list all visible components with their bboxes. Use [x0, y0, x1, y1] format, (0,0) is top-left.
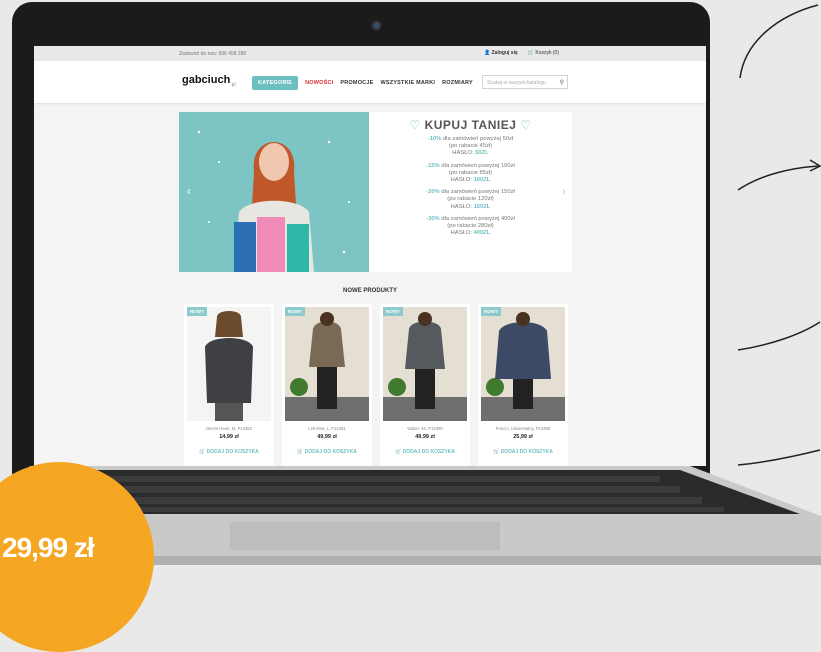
- product-list: NOWY Denim Heart, M, P14362 14,99 zł 🛒 D…: [184, 304, 568, 466]
- promo-title: ♡ KUPUJ TANIEJ ♡: [409, 118, 532, 132]
- main-navbar: gabciuch.pl KATEGORIE NOWOŚCI PROMOCJE W…: [34, 61, 706, 103]
- product-price: 49,99 zł: [317, 434, 337, 440]
- nav-nowosci[interactable]: NOWOŚCI: [305, 80, 333, 86]
- product-card[interactable]: NOWY Walter, 40, P14360 49,99 zł 🛒 DODAJ…: [380, 304, 470, 466]
- add-to-cart-button[interactable]: 🛒 DODAJ DO KOSZYKA: [478, 449, 568, 455]
- offer-4: -30% dla zamówień powyżej 400zł (po raba…: [426, 215, 515, 237]
- nav-rozmiary[interactable]: ROZMIARY: [442, 80, 473, 86]
- login-link[interactable]: 👤 Zaloguj się: [484, 50, 518, 56]
- product-name[interactable]: Denim Heart, M, P14362: [184, 426, 274, 431]
- product-image[interactable]: [285, 307, 369, 421]
- nav-wszystkie-marki[interactable]: WSZYSTKIE MARKI: [380, 80, 435, 86]
- banner-photo: ‹: [179, 112, 369, 272]
- product-card[interactable]: NOWY Lett Kiss, L, P14361 49,99 zł 🛒 DOD…: [282, 304, 372, 466]
- product-price: 25,99 zł: [513, 434, 533, 440]
- price-badge-text: 29,99 zł: [2, 532, 95, 563]
- offer-1: -10% dla zamówień powyżej 50zł (po rabac…: [427, 136, 514, 157]
- new-badge: NOWY: [383, 307, 403, 316]
- product-name[interactable]: Lett Kiss, L, P14361: [282, 426, 372, 431]
- top-bar: Zadzwoń do nas: 696 458 280 👤 Zaloguj si…: [34, 46, 706, 61]
- nav-menu: KATEGORIE NOWOŚCI PROMOCJE WSZYSTKIE MAR…: [252, 76, 473, 90]
- product-name[interactable]: Poncio, Uniwersalny, P14358: [478, 426, 568, 431]
- new-badge: NOWY: [481, 307, 501, 316]
- search-input[interactable]: Szukaj w naszym katalogu ⚲: [482, 75, 568, 89]
- add-to-cart-button[interactable]: 🛒 DODAJ DO KOSZYKA: [282, 449, 372, 455]
- new-products-title: NOWE PRODUKTY: [343, 288, 397, 294]
- account-links: 👤 Zaloguj się 🛒 Koszyk (0): [484, 50, 559, 56]
- product-image[interactable]: [187, 307, 271, 421]
- shopping-woman-illustration: [197, 130, 350, 272]
- chevron-right-icon[interactable]: ›: [562, 184, 566, 198]
- nav-kategorie[interactable]: KATEGORIE: [252, 76, 299, 90]
- product-card[interactable]: NOWY Poncio, Uniwersalny, P14358 25,99 z…: [478, 304, 568, 466]
- search-icon[interactable]: ⚲: [560, 79, 564, 86]
- site-logo[interactable]: gabciuch.pl: [182, 74, 236, 88]
- product-image[interactable]: [383, 307, 467, 421]
- browser-screen: Zadzwoń do nas: 696 458 280 👤 Zaloguj si…: [34, 46, 706, 466]
- chevron-left-icon[interactable]: ‹: [187, 184, 191, 198]
- product-card[interactable]: NOWY Denim Heart, M, P14362 14,99 zł 🛒 D…: [184, 304, 274, 466]
- promo-panel: ♡ KUPUJ TANIEJ ♡ -10% dla zamówień powyż…: [369, 112, 572, 272]
- webcam-icon: [373, 22, 380, 29]
- new-badge: NOWY: [187, 307, 207, 316]
- promo-banner: ‹ ♡ KUPUJ TANIEJ ♡ -10% dla zamówień pow…: [179, 112, 572, 272]
- call-text: Zadzwoń do nas: 696 458 280: [179, 51, 247, 57]
- cart-link[interactable]: 🛒 Koszyk (0): [528, 50, 559, 56]
- add-to-cart-button[interactable]: 🛒 DODAJ DO KOSZYKA: [184, 449, 274, 455]
- new-badge: NOWY: [285, 307, 305, 316]
- product-image[interactable]: [481, 307, 565, 421]
- nav-promocje[interactable]: PROMOCJE: [340, 80, 373, 86]
- offer-2: -15% dla zamówień powyżej 100zł (po raba…: [426, 162, 515, 184]
- product-price: 49,99 zł: [415, 434, 435, 440]
- product-name[interactable]: Walter, 40, P14360: [380, 426, 470, 431]
- product-price: 14,99 zł: [219, 434, 239, 440]
- offer-3: -20% dla zamówień powyżej 150zł (po raba…: [426, 189, 515, 210]
- add-to-cart-button[interactable]: 🛒 DODAJ DO KOSZYKA: [380, 449, 470, 455]
